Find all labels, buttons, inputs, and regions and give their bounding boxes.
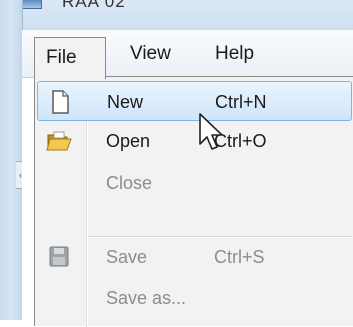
new-document-icon: [46, 88, 74, 116]
menu-bar: File View Help: [22, 30, 353, 79]
window-frame-left: ‹: [0, 0, 26, 320]
menu-item-new[interactable]: New Ctrl+N: [37, 81, 352, 121]
menu-item-close[interactable]: Close: [37, 163, 352, 203]
mouse-pointer-icon: [199, 113, 223, 150]
menu-item-label: Open: [106, 131, 151, 151]
menu-item-open[interactable]: Open Ctrl+O: [37, 121, 352, 161]
window-title: RAA 02: [62, 0, 126, 11]
menu-item-label: New: [107, 92, 144, 112]
open-folder-icon: [45, 127, 73, 155]
save-disk-icon: [45, 243, 73, 271]
menu-item-label: Close: [106, 173, 153, 193]
menu-item-shortcut: Ctrl+S: [214, 247, 265, 267]
menu-item-save-as[interactable]: Save as...: [37, 278, 352, 318]
menu-help[interactable]: Help: [203, 30, 266, 77]
menu-item-label: Save: [106, 247, 148, 267]
file-menu-dropdown: New Ctrl+N Open Ctrl+O Close Save Ctrl+S: [34, 76, 353, 327]
menu-item-label: Save as...: [106, 288, 187, 308]
menu-view[interactable]: View: [118, 30, 183, 77]
menu-item-save[interactable]: Save Ctrl+S: [37, 237, 352, 277]
menu-file[interactable]: File: [34, 37, 106, 79]
title-bar: RAA 02: [0, 0, 353, 30]
app-icon: [22, 0, 42, 9]
